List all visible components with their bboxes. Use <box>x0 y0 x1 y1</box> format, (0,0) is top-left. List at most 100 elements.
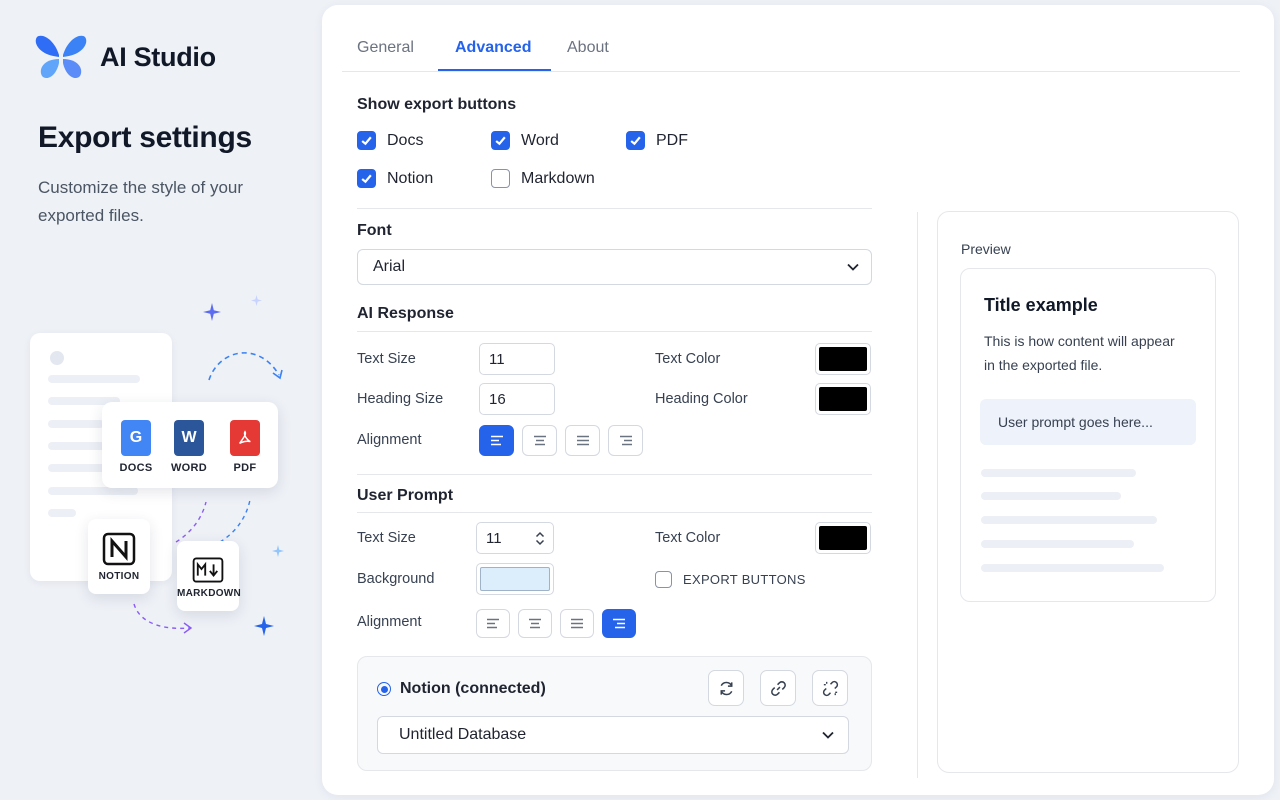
pdf-checkbox[interactable]: PDF <box>626 131 688 150</box>
brand-name: AI Studio <box>100 41 216 72</box>
notion-checkbox[interactable]: Notion <box>357 169 433 188</box>
align-right-icon <box>613 618 625 629</box>
ai-heading-color-label: Heading Color <box>655 391 748 407</box>
sparkle-icon-2 <box>272 545 284 557</box>
chevron-down-icon <box>822 731 834 739</box>
preview-prompt: User prompt goes here... <box>980 399 1196 445</box>
divider <box>357 474 872 475</box>
prompt-text-size-value: 11 <box>486 529 502 547</box>
docs-checkbox[interactable]: Docs <box>357 131 423 150</box>
align-center-button[interactable] <box>522 425 557 456</box>
unlink-button[interactable] <box>812 670 848 706</box>
align-right-icon <box>619 435 632 446</box>
align-justify-icon <box>576 435 589 446</box>
checkbox-checked-icon <box>357 131 376 150</box>
prompt-alignment-label: Alignment <box>357 614 422 630</box>
prompt-alignment-group <box>476 609 636 638</box>
ai-text-color-label: Text Color <box>655 351 721 367</box>
preview-panel: Preview Title example This is how conten… <box>937 211 1239 773</box>
markdown-icon <box>192 557 224 583</box>
preview-placeholder-line <box>981 540 1134 548</box>
align-left-icon <box>487 618 499 629</box>
notion-checkbox-label: Notion <box>387 169 434 187</box>
preview-card: Title example This is how content will a… <box>960 268 1216 602</box>
hero-title: Export settings <box>38 121 252 154</box>
checkbox-checked-icon <box>491 131 510 150</box>
notion-card: NOTION <box>88 519 150 594</box>
ai-heading-color-swatch[interactable] <box>815 383 871 415</box>
divider <box>357 512 872 513</box>
butterfly-logo-icon <box>35 35 87 79</box>
tab-about[interactable]: About <box>567 39 609 57</box>
prompt-text-size-label: Text Size <box>357 530 416 546</box>
dashed-arrow-top <box>208 352 283 381</box>
tab-bar: General Advanced About <box>342 5 1240 72</box>
preview-body: This is how content will appear in the e… <box>984 333 1175 373</box>
prompt-background-swatch[interactable] <box>476 563 554 595</box>
pdf-format: PDF <box>221 420 269 474</box>
prompt-text-color-swatch[interactable] <box>815 522 871 554</box>
notion-icon <box>102 532 136 566</box>
divider <box>357 331 872 332</box>
ai-heading-size-label: Heading Size <box>357 391 444 407</box>
active-tab-indicator <box>438 69 551 71</box>
align-right-button[interactable] <box>608 425 643 456</box>
ai-alignment-group <box>479 425 643 456</box>
notion-radio[interactable] <box>377 682 391 696</box>
stepper-arrows-icon[interactable] <box>535 530 545 547</box>
notion-database-select[interactable]: Untitled Database <box>377 716 849 754</box>
prompt-text-color-label: Text Color <box>655 530 721 546</box>
align-left-button[interactable] <box>476 609 510 638</box>
export-buttons-checkbox[interactable]: EXPORT BUTTONS <box>655 571 806 588</box>
sparkle-small-icon <box>251 295 262 306</box>
sparkle-icon-3 <box>254 616 274 636</box>
docs-format-label: DOCS <box>119 462 153 474</box>
tab-general[interactable]: General <box>357 39 414 57</box>
vertical-divider <box>917 212 918 778</box>
checkbox-checked-icon <box>626 131 645 150</box>
refresh-button[interactable] <box>708 670 744 706</box>
pdf-format-label: PDF <box>233 462 257 474</box>
markdown-checkbox-label: Markdown <box>521 169 595 187</box>
align-left-icon <box>490 435 503 446</box>
align-center-icon <box>533 435 546 446</box>
tab-advanced[interactable]: Advanced <box>455 39 531 57</box>
divider <box>357 208 872 209</box>
checkbox-checked-icon <box>357 169 376 188</box>
align-right-button[interactable] <box>602 609 636 638</box>
preview-placeholder-line <box>981 516 1157 524</box>
sparkle-icon <box>203 303 221 321</box>
notion-status: Notion (connected) <box>400 680 546 697</box>
chevron-down-icon <box>847 263 859 271</box>
docs-checkbox-label: Docs <box>387 131 424 149</box>
settings-panel: General Advanced About Show export butto… <box>322 5 1274 795</box>
brand: AI Studio <box>34 33 216 81</box>
notion-database-value: Untitled Database <box>399 726 527 743</box>
export-illustration: G DOCS W WORD PDF NOTION MARKDOWN <box>0 290 320 670</box>
refresh-icon <box>720 681 732 695</box>
ai-response-title: AI Response <box>357 305 454 322</box>
ai-text-color-swatch[interactable] <box>815 343 871 375</box>
align-left-button[interactable] <box>479 425 514 456</box>
align-justify-icon <box>571 618 583 629</box>
align-justify-button[interactable] <box>565 425 600 456</box>
word-checkbox[interactable]: Word <box>491 131 559 150</box>
align-justify-button[interactable] <box>560 609 594 638</box>
font-select[interactable]: Arial <box>357 249 872 285</box>
link-button[interactable] <box>760 670 796 706</box>
markdown-checkbox[interactable]: Markdown <box>491 169 595 188</box>
notion-connection-box: Notion (connected) Untitled Database <box>357 656 872 771</box>
ai-text-size-input[interactable]: 11 <box>479 343 555 375</box>
notion-card-label: NOTION <box>98 571 140 582</box>
word-format: W WORD <box>165 420 213 474</box>
prompt-background-label: Background <box>357 571 435 587</box>
prompt-text-size-stepper[interactable]: 11 <box>476 522 554 554</box>
ai-text-size-label: Text Size <box>357 351 416 367</box>
align-center-icon <box>529 618 541 629</box>
markdown-card-label: MARKDOWN <box>177 588 242 599</box>
align-center-button[interactable] <box>518 609 552 638</box>
google-docs-icon: G <box>121 420 151 456</box>
user-prompt-title: User Prompt <box>357 487 454 504</box>
preview-placeholder-line <box>981 469 1136 477</box>
ai-heading-size-input[interactable]: 16 <box>479 383 555 415</box>
